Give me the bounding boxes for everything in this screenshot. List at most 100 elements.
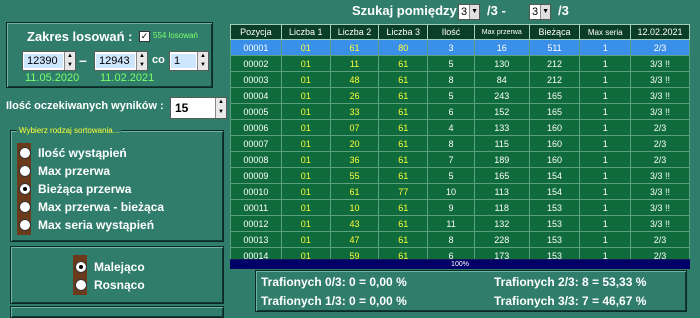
table-cell: 6 [427, 247, 475, 259]
wyniki-stepper[interactable]: 15 ▲ ▼ [170, 97, 227, 119]
search-label: Szukaj pomiędzy [352, 3, 457, 18]
table-cell: 00005 [230, 103, 282, 120]
table-cell: 00014 [230, 247, 282, 259]
zakres-panel: Zakres losowań : ✓ 554 losowań 12390 ▲ ▼ … [6, 22, 213, 88]
table-cell: 6 [427, 103, 475, 120]
table-cell: 212 [528, 55, 581, 72]
table-cell: 1 [579, 167, 632, 184]
sort-group: Wybierz rodzaj sortowania... Ilość wystą… [10, 126, 224, 242]
stat-0-3: Trafionych 0/3: 0 = 0,00 % [261, 275, 407, 289]
col-header[interactable]: Liczba 2 [329, 24, 380, 40]
table-cell: 9 [427, 199, 475, 216]
table-cell: 33 [329, 103, 380, 120]
zakres-checkbox[interactable]: ✓ [139, 31, 150, 42]
table-cell: 01 [280, 55, 331, 72]
radio-icon [19, 219, 31, 231]
col-header[interactable]: 12.02.2021 [630, 24, 690, 40]
down-arrow-icon[interactable]: ▼ [216, 108, 226, 118]
table-cell: 8 [427, 135, 475, 152]
sort-options: Ilość wystąpień Max przerwa Bieżąca prze… [19, 144, 164, 234]
table-cell: 36 [329, 151, 380, 168]
table-cell: 61 [378, 103, 429, 120]
table-cell: 00012 [230, 215, 282, 232]
table-cell: 1 [579, 231, 632, 248]
to-draw-value: 12943 [96, 54, 135, 68]
table-cell: 61 [378, 167, 429, 184]
table-row[interactable]: 00012 01 43 61 11 132 153 1 3/3 !! [230, 215, 690, 232]
date-to: 11.02.2021 [100, 72, 155, 84]
stat-3-3: Trafionych 3/3: 7 = 46,67 % [494, 294, 647, 308]
sort-option[interactable]: Max przerwa [19, 162, 164, 180]
table-cell: 61 [378, 119, 429, 136]
up-arrow-icon[interactable]: ▲ [216, 98, 226, 108]
col-header[interactable]: Liczba 1 [280, 24, 331, 40]
from-draw-stepper[interactable]: 12390 ▲ ▼ [22, 51, 76, 71]
table-cell: 3/3 !! [630, 103, 690, 120]
col-header[interactable]: Bieżąca [528, 24, 581, 40]
down-arrow-icon[interactable]: ▼ [65, 61, 75, 70]
table-cell: 2/3 [630, 247, 690, 259]
sort-option[interactable]: Max seria wystąpień [19, 216, 164, 234]
table-header-row: Pozycja Liczba 1 Liczba 2 Liczba 3 Ilość… [230, 24, 690, 40]
table-row[interactable]: 00003 01 48 61 8 84 212 1 3/3 !! [230, 71, 690, 88]
table-row[interactable]: 00009 01 55 61 5 165 154 1 3/3 !! [230, 167, 690, 184]
search-sep: /3 - [487, 3, 506, 18]
table-cell: 01 [280, 103, 331, 120]
table-cell: 153 [528, 215, 581, 232]
table-cell: 1 [579, 135, 632, 152]
table-row[interactable]: 00004 01 26 61 5 243 165 1 3/3 !! [230, 87, 690, 104]
table-cell: 80 [378, 39, 429, 56]
table-cell: 10 [329, 199, 380, 216]
col-header[interactable]: Max przerwa [473, 24, 530, 40]
up-arrow-icon[interactable]: ▲ [198, 52, 208, 61]
table-cell: 01 [280, 135, 331, 152]
table-cell: 160 [528, 151, 581, 168]
table-row[interactable]: 00001 01 61 80 3 16 511 1 2/3 [230, 39, 690, 56]
table-row[interactable]: 00013 01 47 61 8 228 153 1 2/3 [230, 231, 690, 248]
up-arrow-icon[interactable]: ▲ [65, 52, 75, 61]
sort-option[interactable]: Ilość wystąpień [19, 144, 164, 162]
table-cell: 11 [427, 215, 475, 232]
down-arrow-icon[interactable]: ▼ [137, 61, 147, 70]
sort-option[interactable]: Max przerwa - bieżąca [19, 198, 164, 216]
table-cell: 00009 [230, 167, 282, 184]
stat-2-3: Trafionych 2/3: 8 = 53,33 % [494, 275, 647, 289]
table-cell: 1 [579, 119, 632, 136]
table-row[interactable]: 00002 01 11 61 5 130 212 1 3/3 !! [230, 55, 690, 72]
col-header[interactable]: Pozycja [230, 24, 282, 40]
table-row[interactable]: 00006 01 07 61 4 133 160 1 2/3 [230, 119, 690, 136]
table-row[interactable]: 00008 01 36 61 7 189 160 1 2/3 [230, 151, 690, 168]
order-option[interactable]: Rosnąco [75, 277, 145, 293]
up-arrow-icon[interactable]: ▲ [137, 52, 147, 61]
table-cell: 11 [329, 55, 380, 72]
table-row[interactable]: 00010 01 61 77 10 113 154 1 3/3 !! [230, 183, 690, 200]
search-b-select[interactable]: 3 ▼ [529, 3, 552, 21]
table-cell: 189 [473, 151, 530, 168]
down-arrow-icon[interactable]: ▼ [198, 61, 208, 70]
table-cell: 3/3 !! [630, 87, 690, 104]
table-row[interactable]: 00014 01 59 61 6 173 153 1 2/3 [230, 247, 690, 259]
col-header[interactable]: Liczba 3 [378, 24, 429, 40]
order-option[interactable]: Malejąco [75, 259, 145, 275]
col-header[interactable]: Max seria [579, 24, 632, 40]
radio-icon [19, 165, 31, 177]
table-row[interactable]: 00011 01 10 61 9 118 153 1 3/3 !! [230, 199, 690, 216]
table-cell: 1 [579, 71, 632, 88]
search-a-select[interactable]: 3 ▼ [458, 3, 481, 21]
table-cell: 59 [329, 247, 380, 259]
table-cell: 3 [427, 39, 475, 56]
table-cell: 61 [378, 247, 429, 259]
wyniki-value: 15 [172, 101, 214, 115]
table-cell: 01 [280, 119, 331, 136]
to-draw-stepper[interactable]: 12943 ▲ ▼ [94, 51, 148, 71]
date-from: 11.05.2020 [25, 72, 80, 84]
sort-option[interactable]: Bieżąca przerwa [19, 180, 164, 198]
table-row[interactable]: 00007 01 20 61 8 115 160 1 2/3 [230, 135, 690, 152]
step-stepper[interactable]: 1 ▲ ▼ [169, 51, 209, 71]
table-cell: 1 [579, 247, 632, 259]
col-header[interactable]: Ilość [427, 24, 475, 40]
table-cell: 1 [579, 39, 632, 56]
table-row[interactable]: 00005 01 33 61 6 152 165 1 3/3 !! [230, 103, 690, 120]
radio-selected-icon [19, 183, 31, 195]
radio-icon [75, 279, 87, 291]
